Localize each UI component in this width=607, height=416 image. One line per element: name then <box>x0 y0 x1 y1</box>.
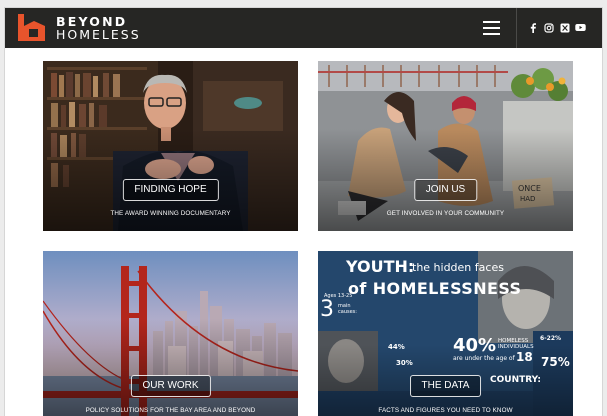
the-data-caption: FACTS AND FIGURES YOU NEED TO KNOW <box>378 407 513 414</box>
hamburger-menu-button[interactable] <box>483 19 503 37</box>
site-header: BEYOND HOMELESS <box>5 8 602 48</box>
x-icon[interactable] <box>559 22 570 33</box>
infographic-country-label: COUNTRY: <box>490 375 542 385</box>
facebook-icon[interactable] <box>527 22 538 33</box>
infographic-stat-18-label: are under the age of <box>453 355 515 362</box>
card-our-work[interactable]: OUR WORK POLICY SOLUTIONS FOR THE BAY AR… <box>43 251 298 416</box>
infographic-stat-3: 3 <box>320 297 334 322</box>
infographic-stat-3-label: main causes: <box>338 303 357 315</box>
brand-line-2: HOMELESS <box>56 27 141 42</box>
our-work-button[interactable]: OUR WORK <box>130 375 211 397</box>
youtube-icon[interactable] <box>575 22 586 33</box>
infographic-stat-30: 30% <box>396 359 413 367</box>
finding-hope-button[interactable]: FINDING HOPE <box>122 179 219 201</box>
infographic-stat-6-22: 6-22% <box>540 335 562 342</box>
card-the-data[interactable]: YOUTH: the hidden faces of HOMELESSNESS … <box>318 251 573 416</box>
join-us-button[interactable]: JOIN US <box>413 179 478 201</box>
infographic-title-line1: YOUTH: <box>346 257 415 276</box>
infographic-title-line2: of HOMELESSNESS <box>348 279 522 298</box>
the-data-button[interactable]: THE DATA <box>409 375 482 397</box>
finding-hope-caption: THE AWARD WINNING DOCUMENTARY <box>110 210 231 217</box>
infographic-title-line1b: the hidden faces <box>412 261 504 274</box>
house-b-logo-icon[interactable] <box>17 13 47 43</box>
join-us-caption: GET INVOLVED IN YOUR COMMUNITY <box>386 210 505 217</box>
instagram-icon[interactable] <box>543 22 554 33</box>
card-finding-hope[interactable]: FINDING HOPE THE AWARD WINNING DOCUMENTA… <box>43 61 298 231</box>
card-join-us[interactable]: ONCE HAD JOIN US GET INVOLVED IN YOUR CO… <box>318 61 573 231</box>
infographic-stat-18: 18 <box>516 350 533 364</box>
infographic-stat-40: 40% <box>453 335 497 356</box>
brand-wordmark[interactable]: BEYOND HOMELESS <box>56 15 141 42</box>
header-divider <box>516 8 517 48</box>
page-frame: BEYOND HOMELESS FINDING HOPE THE AWARD W… <box>5 8 602 416</box>
our-work-caption: POLICY SOLUTIONS FOR THE BAY AREA AND BE… <box>85 407 256 414</box>
infographic-stat-75: 75% <box>541 355 570 369</box>
infographic-stat-40-label: HOMELESS INDIVIDUALS <box>498 338 534 350</box>
infographic-stat-44: 44% <box>388 343 405 351</box>
